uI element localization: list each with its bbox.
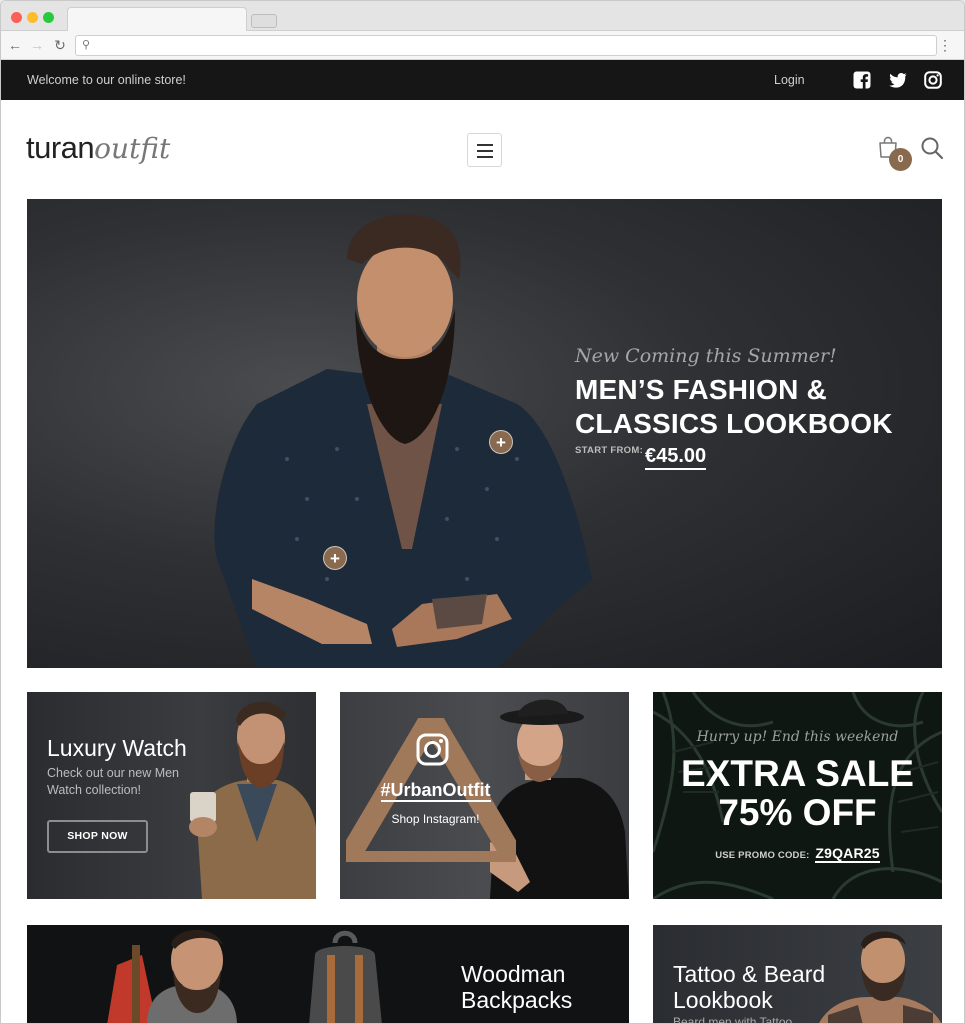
facebook-icon[interactable]: [853, 71, 871, 89]
reload-icon[interactable]: ↻: [52, 36, 68, 54]
hero-title: MEN’S FASHION & CLASSICS LOOKBOOK: [575, 373, 893, 441]
sale-tagline: Hurry up! End this weekend: [696, 729, 899, 745]
banner-title: Woodman Backpacks: [461, 961, 572, 1013]
banner-description: Check out our new Men Watch collection!: [47, 766, 180, 797]
sale-headline: EXTRA SALE 75% OFF: [653, 754, 942, 832]
promo-label: USE PROMO CODE:: [715, 850, 810, 861]
address-bar[interactable]: ⚲: [75, 35, 937, 56]
browser-titlebar: [1, 1, 964, 32]
shop-instagram-text: Shop Instagram!: [391, 812, 480, 826]
banner-woodman-backpacks[interactable]: Woodman Backpacks: [27, 925, 629, 1023]
banner-tattoo-lookbook[interactable]: Tattoo & Beard Lookbook Beard men with T…: [653, 925, 942, 1024]
site-logo[interactable]: turanoutfit: [26, 130, 170, 170]
instagram-icon[interactable]: [924, 71, 942, 89]
product-hotspot-plus-icon[interactable]: +: [323, 546, 347, 570]
banner-description: Beard men with Tattoo: [673, 1015, 793, 1024]
product-hotspot-plus-icon[interactable]: +: [489, 430, 513, 454]
banner-luxury-watch[interactable]: Luxury Watch Check out our new Men Watch…: [27, 692, 316, 899]
banner-instagram[interactable]: #UrbanOutfit Shop Instagram!: [340, 692, 629, 899]
sale-headline-line: EXTRA SALE: [681, 753, 914, 794]
menu-toggle-button[interactable]: [467, 133, 502, 167]
hero-banner[interactable]: + + New Coming this Summer! MEN’S FASHIO…: [27, 199, 942, 668]
hamburger-line: [477, 144, 493, 146]
sale-headline-line: 75% OFF: [718, 792, 877, 833]
hero-title-line: MEN’S FASHION &: [575, 374, 827, 405]
cart-count-badge[interactable]: 0: [889, 148, 912, 171]
tattoo-model-image: [819, 931, 941, 1023]
browser-tab[interactable]: [67, 7, 247, 32]
minimize-window-button[interactable]: [27, 12, 38, 23]
banner-title-line: Backpacks: [461, 987, 573, 1013]
logo-text-primary: turan: [26, 130, 95, 165]
browser-menu-icon[interactable]: ⋮: [938, 36, 952, 54]
twitter-icon[interactable]: [889, 71, 907, 89]
banner-extra-sale[interactable]: Hurry up! End this weekend EXTRA SALE 75…: [653, 692, 942, 899]
site-topbar: Welcome to our online store! Login: [1, 60, 964, 100]
banner-title-line: Lookbook: [673, 987, 773, 1013]
hero-subtitle: New Coming this Summer!: [575, 345, 837, 367]
forward-arrow-icon[interactable]: →: [29, 36, 45, 54]
search-icon: ⚲: [82, 39, 91, 51]
hero-model-image: [214, 214, 592, 668]
new-tab-button[interactable]: [251, 14, 277, 28]
promo-code[interactable]: Z9QAR25: [815, 845, 880, 863]
banner-title: Luxury Watch: [47, 735, 187, 761]
browser-toolbar: ← → ↻ ⚲ ⋮: [1, 31, 964, 60]
welcome-text: Welcome to our online store!: [27, 73, 186, 87]
banner-title-line: Woodman: [461, 961, 566, 987]
site-header: turanoutfit 0: [1, 100, 964, 198]
close-window-button[interactable]: [11, 12, 22, 23]
back-arrow-icon[interactable]: ←: [7, 36, 23, 54]
shop-now-button[interactable]: SHOP NOW: [47, 820, 148, 853]
hero-title-line: CLASSICS LOOKBOOK: [575, 408, 893, 439]
maximize-window-button[interactable]: [43, 12, 54, 23]
instagram-hashtag-link[interactable]: #UrbanOutfit: [368, 780, 503, 802]
instagram-icon: [416, 733, 449, 766]
logo-text-secondary: outfit: [94, 132, 171, 165]
hamburger-line: [477, 156, 493, 158]
hero-price-link[interactable]: €45.00: [645, 444, 707, 470]
banner-title: Tattoo & Beard Lookbook: [673, 961, 825, 1013]
login-link[interactable]: Login: [774, 73, 805, 87]
browser-window: ← → ↻ ⚲ ⋮ Welcome to our online store! L…: [0, 0, 965, 1024]
hamburger-line: [477, 150, 493, 152]
promo-code-row: USE PROMO CODE: Z9QAR25: [653, 845, 942, 863]
hashtag-text: #UrbanOutfit: [380, 780, 491, 802]
banner-title-line: Tattoo & Beard: [673, 961, 826, 987]
search-icon[interactable]: [920, 136, 944, 160]
backpacks-model-image: [107, 930, 382, 1023]
hero-start-label: START FROM:: [575, 445, 644, 456]
